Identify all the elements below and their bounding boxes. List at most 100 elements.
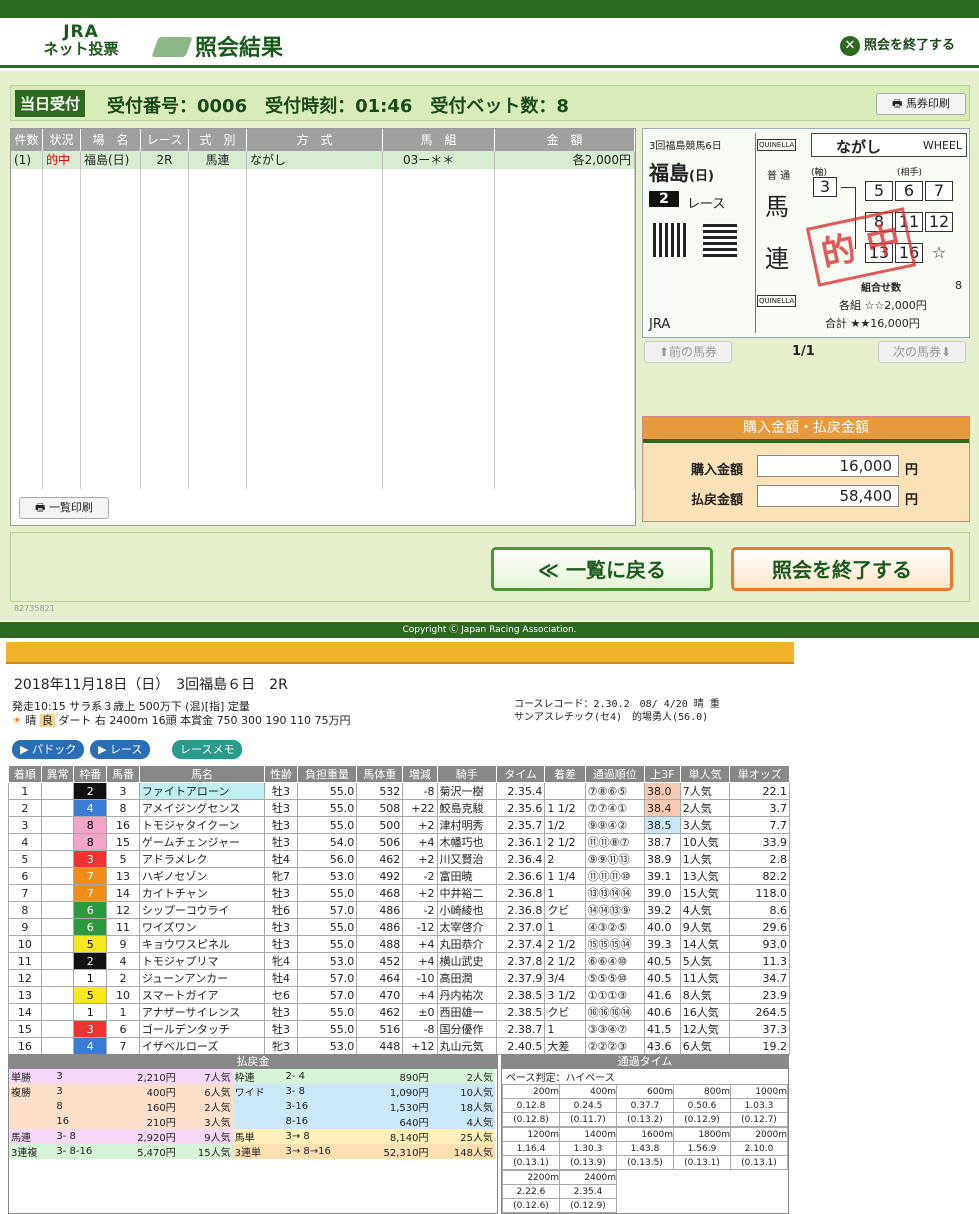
result-cell: ⑬⑬⑭⑭ xyxy=(584,884,646,902)
payout-cell: 890円 xyxy=(357,1069,431,1084)
ticket-jra: JRA xyxy=(649,317,671,332)
horse-name-link[interactable]: アメイジングセンス xyxy=(138,799,266,817)
result-cell: 7.7 xyxy=(729,816,790,834)
result-cell: 6 xyxy=(106,1020,140,1038)
result-cell: ②②②③ xyxy=(584,1037,646,1055)
horse-name-link[interactable]: トモジャタイクーン xyxy=(138,816,266,834)
passing-cell: 1400m xyxy=(559,1127,617,1142)
result-cell: 1/2 xyxy=(544,816,586,834)
list-print-button[interactable]: 🖶 一覧印刷 xyxy=(19,497,109,519)
result-cell: 2.38.5 xyxy=(495,986,546,1004)
result-cell: 2.37.0 xyxy=(495,918,546,936)
end-inquiry-link[interactable]: ✕ 照会を終了する xyxy=(840,34,955,56)
payout-cell: 枠連 xyxy=(232,1069,284,1084)
cell: 福島(日) xyxy=(81,151,141,169)
result-cell: 2 xyxy=(73,952,108,970)
result-row: 7 7 14 カイトチャン 牡3 55.0 468 +2 中井裕二 2.36.8 1 ⑬⑬⑭⑭ 39.0… xyxy=(8,884,790,902)
payout-cell: 3- 8 xyxy=(283,1084,358,1099)
ticket-combos-label: 組合せ数 xyxy=(861,283,901,294)
horse-name-link[interactable]: トモジャプリマ xyxy=(138,952,266,970)
passing-cell: (0.12.7) xyxy=(730,1112,788,1127)
horse-name-link[interactable]: アドラメレク xyxy=(138,850,266,868)
ticket-type-1: 馬 xyxy=(765,193,789,221)
passing-cell: 2400m xyxy=(559,1170,617,1185)
race-course: ダート 右 2400m 16頭 本賞金 750 300 190 110 75万円 xyxy=(58,714,351,727)
result-cell: ⑭⑭⑬⑨ xyxy=(584,901,646,919)
horse-name-link[interactable]: カイトチャン xyxy=(138,884,266,902)
payout-cell: 16 xyxy=(54,1114,114,1129)
horse-name-link[interactable]: ゴールデンタッチ xyxy=(138,1020,266,1038)
result-cell: ④③②⑤ xyxy=(584,918,646,936)
result-cell: 13 xyxy=(106,867,140,885)
result-cell xyxy=(40,850,75,868)
payout-cell: ワイド xyxy=(232,1084,284,1099)
result-cell: 9人気 xyxy=(679,918,731,936)
payout-cell: 複勝 xyxy=(9,1084,55,1099)
race-date: 2018年11月18日（日） 3回福島６日 2R xyxy=(14,677,288,693)
horse-name-link[interactable]: スマートガイア xyxy=(138,986,266,1004)
horse-name-link[interactable]: イザベルローズ xyxy=(138,1037,266,1055)
results-col-header: 上3F xyxy=(644,765,681,783)
result-cell: 3 xyxy=(73,850,108,868)
horse-name-link[interactable]: ファイトアローン xyxy=(138,782,266,800)
race-video-button[interactable]: ▶ レース xyxy=(90,740,151,759)
result-cell: 10人気 xyxy=(679,833,731,851)
result-cell: 太宰啓介 xyxy=(436,918,497,936)
race-memo-button[interactable]: レースメモ xyxy=(172,740,243,759)
result-cell: 2 xyxy=(106,969,140,987)
passing-cell: 0.50.6 xyxy=(673,1098,731,1113)
bet-row[interactable]: (1) 的中 福島(日) 2R 馬連 ながし 03ー＊＊ 各2,000円 xyxy=(11,151,635,169)
end-inquiry-button[interactable]: 照会を終了する xyxy=(731,547,953,591)
result-cell: 丸山元気 xyxy=(436,1037,497,1055)
passing-cell: (0.12.6) xyxy=(502,1198,560,1213)
result-cell: 丸田恭介 xyxy=(436,935,497,953)
next-ticket-button[interactable]: 次の馬券⬇ xyxy=(878,341,966,363)
passing-block: 200m 400m 600m 800m 1000m 0.12.8 0.24.5 0.37.7 0… xyxy=(502,1084,788,1127)
horse-name-link[interactable]: ワイズワン xyxy=(138,918,266,936)
result-cell: 牡3 xyxy=(264,918,298,936)
payout-cell: 1,530円 xyxy=(357,1099,431,1114)
result-cell: 牡3 xyxy=(264,799,298,817)
result-cell: 53.0 xyxy=(296,867,358,885)
prev-ticket-button[interactable]: ⬆前の馬券 xyxy=(644,341,732,363)
result-cell: 1 xyxy=(106,1003,140,1021)
result-cell: 16 xyxy=(8,1037,42,1055)
ticket-print-button[interactable]: 🖶 馬券印刷 xyxy=(876,93,966,115)
result-cell: 2人気 xyxy=(679,799,731,817)
horse-name-link[interactable]: キョウワスピネル xyxy=(138,935,266,953)
result-cell: 448 xyxy=(356,1037,404,1055)
result-cell: 小崎綾也 xyxy=(436,901,497,919)
horse-name-link[interactable]: ゲームチェンジャー xyxy=(138,833,266,851)
ticket-race-label: レース xyxy=(687,197,726,212)
passing-cell: (0.11.7) xyxy=(559,1112,617,1127)
result-cell: 2.35.6 xyxy=(495,799,546,817)
result-cell: 38.5 xyxy=(644,816,681,834)
payout-cell: 9人気 xyxy=(177,1129,233,1144)
paddock-button[interactable]: ▶ パドック xyxy=(12,740,85,759)
result-cell xyxy=(40,833,75,851)
result-cell: ⑨⑨④② xyxy=(584,816,646,834)
passing-cell: 1.03.3 xyxy=(730,1098,788,1113)
back-to-list-button[interactable]: ≪ 一覧に戻る xyxy=(491,547,713,591)
result-cell: 22.1 xyxy=(729,782,790,800)
horse-name-link[interactable]: ハギノセゾン xyxy=(138,867,266,885)
result-cell: 1 xyxy=(544,1020,586,1038)
passing-cell: 2200m xyxy=(502,1170,560,1185)
result-row: 14 1 1 アナザーサイレンス 牡3 55.0 462 ±0 西田雄一 2.38.5 クビ ⑯⑯⑯⑭… xyxy=(8,1003,790,1021)
payout-cell: 2- 4 xyxy=(283,1069,358,1084)
horse-name-link[interactable]: シップーコウライ xyxy=(138,901,266,919)
result-cell: 6人気 xyxy=(679,1037,731,1055)
result-cell: 3 xyxy=(8,816,42,834)
result-cell: 鮫島克駿 xyxy=(436,799,497,817)
results-col-header: 馬体重 xyxy=(356,765,404,783)
result-cell: 462 xyxy=(356,1003,404,1021)
result-cell: 55.0 xyxy=(296,1003,358,1021)
result-cell: 1 xyxy=(544,884,586,902)
horse-name-link[interactable]: アナザーサイレンス xyxy=(138,1003,266,1021)
horse-name-link[interactable]: ジューンアンカー xyxy=(138,969,266,987)
result-cell: 2 1/2 xyxy=(544,952,586,970)
payout-cell: 160円 xyxy=(113,1099,178,1114)
record-horse: サンアスレチック(セ4) 的場勇人(56.0) xyxy=(514,712,709,723)
col-header: 馬 組 xyxy=(383,129,495,151)
ticket-page: 1/1 xyxy=(792,344,815,359)
